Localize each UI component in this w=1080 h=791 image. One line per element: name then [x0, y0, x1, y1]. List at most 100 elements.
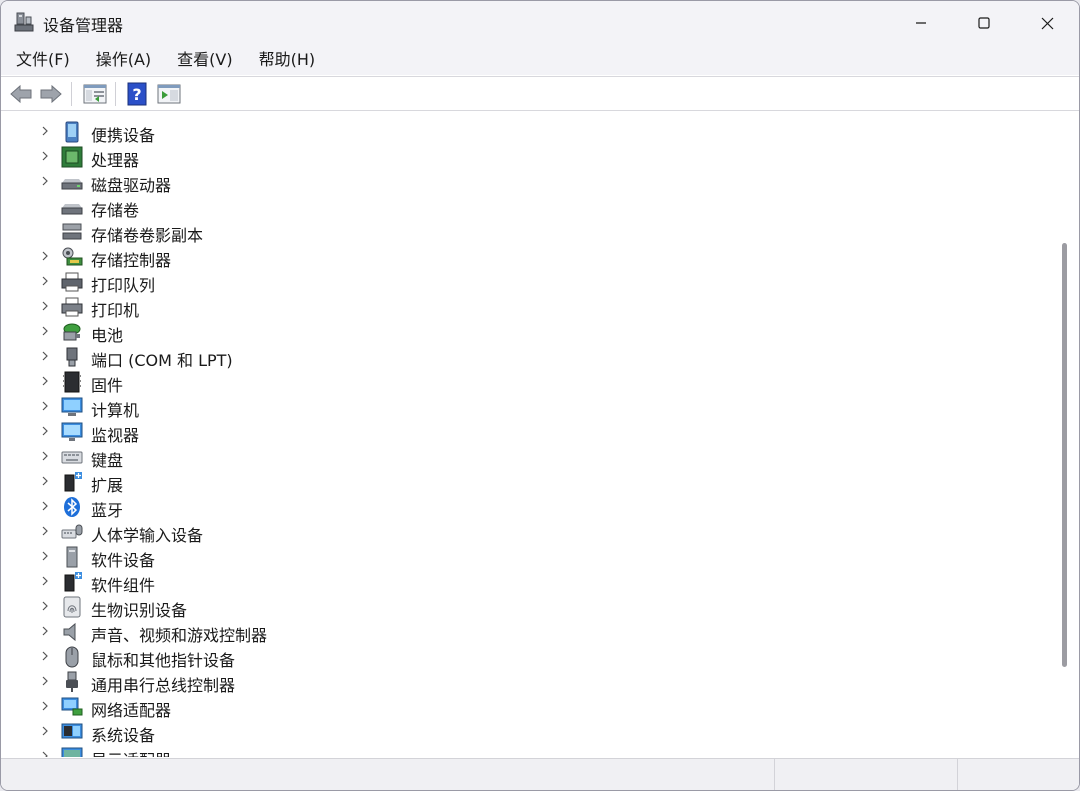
mouse-icon — [65, 646, 79, 668]
tree-item-system-devices[interactable]: 系统设备 — [5, 719, 1045, 745]
tree-item-usb-controllers[interactable]: 通用串行总线控制器 — [5, 669, 1045, 695]
chevron-right-icon[interactable] — [39, 525, 51, 537]
help-icon: ? — [127, 82, 147, 106]
run-button[interactable] — [157, 82, 181, 106]
chevron-right-icon[interactable] — [39, 400, 51, 412]
toolbar-separator — [71, 82, 72, 106]
tree-item-batteries[interactable]: 电池 — [5, 319, 1045, 345]
chevron-right-icon[interactable] — [39, 300, 51, 312]
tree-item-keyboards[interactable]: 键盘 — [5, 444, 1045, 470]
tree-item-label: 系统设备 — [91, 726, 156, 745]
tree-item-print-queues[interactable]: 打印队列 — [5, 269, 1045, 295]
menu-action[interactable]: 操作(A) — [85, 45, 162, 75]
port-icon — [66, 347, 78, 367]
back-button[interactable] — [9, 82, 33, 106]
forward-button[interactable] — [39, 82, 63, 106]
chevron-right-icon[interactable] — [39, 600, 51, 612]
disk-drive-icon — [61, 179, 83, 190]
chevron-right-icon[interactable] — [39, 450, 51, 462]
portable-device-icon — [65, 121, 79, 143]
system-device-icon — [61, 723, 83, 739]
close-icon — [1041, 17, 1053, 29]
maximize-button[interactable] — [956, 1, 1012, 45]
menu-file[interactable]: 文件(F) — [5, 45, 81, 75]
tree-item-network-adapters[interactable]: 网络适配器 — [5, 694, 1045, 720]
tree-item-label: 处理器 — [91, 151, 140, 170]
chevron-right-icon[interactable] — [39, 650, 51, 662]
chevron-right-icon[interactable] — [39, 375, 51, 387]
tree-item-portable-devices[interactable]: 便携设备 — [5, 119, 1045, 145]
chevron-right-icon[interactable] — [39, 125, 51, 137]
tree-item-disk-drives[interactable]: 磁盘驱动器 — [5, 169, 1045, 195]
menu-bar: 文件(F) 操作(A) 查看(V) 帮助(H) — [1, 45, 1079, 75]
chevron-right-icon[interactable] — [39, 425, 51, 437]
tree-item-label: 监视器 — [91, 426, 140, 445]
tree-item-label: 声音、视频和游戏控制器 — [91, 626, 268, 645]
chevron-right-icon[interactable] — [39, 250, 51, 262]
chevron-right-icon[interactable] — [39, 350, 51, 362]
scrollbar-thumb[interactable] — [1062, 243, 1067, 667]
tree-item-printers[interactable]: 打印机 — [5, 294, 1045, 320]
tree-item-software-devices[interactable]: 软件设备 — [5, 544, 1045, 570]
run-icon — [157, 84, 181, 104]
chevron-right-icon[interactable] — [39, 725, 51, 737]
extension-icon — [64, 472, 82, 492]
chevron-right-icon[interactable] — [39, 325, 51, 337]
tree-item-ports[interactable]: 端口 (COM 和 LPT) — [5, 344, 1045, 370]
tree-item-volume-shadow-copies[interactable]: 存储卷卷影副本 — [5, 219, 1045, 245]
tree-item-label: 通用串行总线控制器 — [91, 676, 236, 695]
tree-item-label: 电池 — [91, 326, 124, 345]
tree-item-sound-video-game-controllers[interactable]: 声音、视频和游戏控制器 — [5, 619, 1045, 645]
tree-item-bluetooth[interactable]: 蓝牙 — [5, 494, 1045, 520]
help-button[interactable]: ? — [125, 82, 149, 106]
tree-item-label: 计算机 — [91, 401, 140, 420]
tree-item-label: 存储控制器 — [91, 251, 172, 270]
tree-item-display-adapters[interactable]: 显示适配器 — [5, 744, 1045, 757]
close-button[interactable] — [1019, 1, 1075, 45]
computer-icon — [61, 397, 83, 416]
speaker-icon — [63, 622, 76, 642]
tree-item-biometric-devices[interactable]: 生物识别设备 — [5, 594, 1045, 620]
tree-item-storage-controllers[interactable]: 存储控制器 — [5, 244, 1045, 270]
chevron-right-icon[interactable] — [39, 275, 51, 287]
tree-item-monitors[interactable]: 监视器 — [5, 419, 1045, 445]
menu-help[interactable]: 帮助(H) — [248, 45, 327, 75]
chevron-right-icon[interactable] — [39, 500, 51, 512]
tree-item-processors[interactable]: 处理器 — [5, 144, 1045, 170]
minimize-button[interactable] — [893, 1, 949, 45]
tree-item-human-interface-devices[interactable]: 人体学输入设备 — [5, 519, 1045, 545]
chevron-right-icon[interactable] — [39, 625, 51, 637]
chevron-right-icon[interactable] — [39, 150, 51, 162]
chevron-right-icon[interactable] — [39, 175, 51, 187]
title-bar[interactable]: 设备管理器 — [1, 1, 1079, 45]
minimize-icon — [916, 22, 926, 24]
tree-item-label: 扩展 — [91, 476, 124, 495]
chevron-right-icon[interactable] — [39, 475, 51, 487]
tree-item-mice-pointing-devices[interactable]: 鼠标和其他指针设备 — [5, 644, 1045, 670]
tree-item-label: 鼠标和其他指针设备 — [91, 651, 236, 670]
chevron-right-icon[interactable] — [39, 575, 51, 587]
tree-item-computer[interactable]: 计算机 — [5, 394, 1045, 420]
tree-item-storage-volumes[interactable]: 存储卷 — [5, 194, 1045, 220]
device-manager-window: 设备管理器 文件(F) 操作(A) 查看(V) 帮助(H) ? 便携设备 处理器… — [0, 0, 1080, 791]
chevron-right-icon[interactable] — [39, 700, 51, 712]
tree-item-label: 软件设备 — [91, 551, 156, 570]
tree-item-label: 存储卷卷影副本 — [91, 226, 204, 245]
menu-view[interactable]: 查看(V) — [166, 45, 243, 75]
status-bar — [1, 758, 1079, 790]
window-title: 设备管理器 — [43, 16, 124, 35]
chevron-right-icon[interactable] — [39, 550, 51, 562]
tree-item-label: 固件 — [91, 376, 124, 395]
maximize-icon — [978, 17, 990, 29]
chevron-right-icon[interactable] — [39, 750, 51, 757]
tree-item-label: 存储卷 — [91, 201, 140, 220]
tree-item-label: 人体学输入设备 — [91, 526, 204, 545]
properties-button[interactable] — [83, 82, 107, 106]
tree-item-extensions[interactable]: 扩展 — [5, 469, 1045, 495]
hid-icon — [61, 524, 83, 539]
tree-item-firmware[interactable]: 固件 — [5, 369, 1045, 395]
tree-item-software-components[interactable]: 软件组件 — [5, 569, 1045, 595]
chevron-right-icon[interactable] — [39, 675, 51, 687]
tree-item-label: 显示适配器 — [91, 747, 171, 757]
monitor-icon — [61, 422, 83, 441]
